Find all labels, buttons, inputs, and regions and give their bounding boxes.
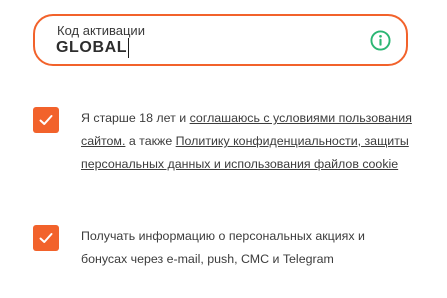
activation-code-label: Код активации	[57, 23, 145, 38]
activation-code-value: GLOBAL	[56, 39, 128, 56]
info-icon[interactable]	[370, 30, 391, 51]
activation-code-input[interactable]: GLOBAL	[56, 38, 130, 58]
activation-code-field[interactable]: Код активации GLOBAL	[33, 14, 408, 66]
consent-marketing-text: Получать информацию о персональных акция…	[81, 229, 365, 266]
consent-terms-text-1: Я старше 18 лет и	[81, 111, 190, 125]
consent-terms-text: Я старше 18 лет и соглашаюсь с условиями…	[81, 107, 413, 176]
consent-terms-checkbox[interactable]	[33, 107, 59, 133]
consent-marketing-checkbox[interactable]	[33, 225, 59, 251]
checkmark-icon	[39, 115, 53, 125]
consent-terms-text-2: а также	[125, 134, 176, 148]
checkmark-icon	[39, 233, 53, 243]
text-caret	[128, 38, 130, 58]
